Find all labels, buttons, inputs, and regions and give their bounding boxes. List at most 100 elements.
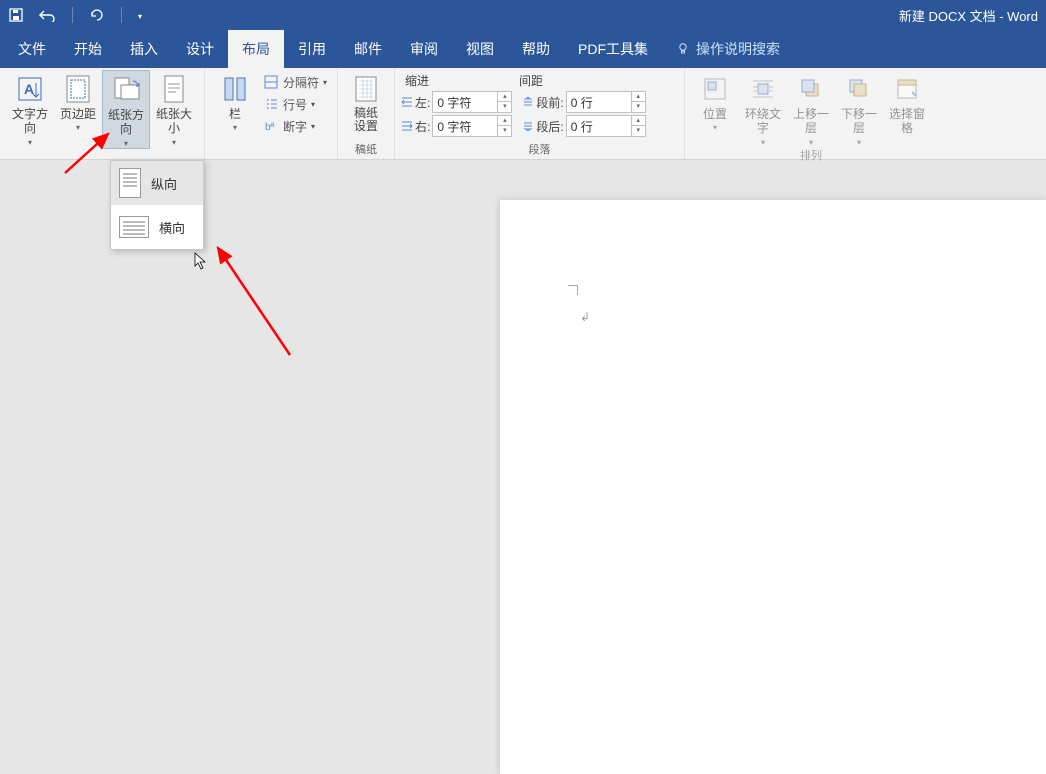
orientation-button[interactable]: 纸张方向 ▾ bbox=[102, 70, 150, 149]
ribbon: A 文字方向 ▾ 页边距 ▾ 纸张方向 ▾ bbox=[0, 68, 1046, 160]
line-numbers-button[interactable]: 行号▾ bbox=[263, 94, 327, 114]
spin-down-icon[interactable]: ▾ bbox=[632, 126, 645, 136]
wrap-icon bbox=[747, 73, 779, 105]
save-icon[interactable] bbox=[8, 7, 24, 23]
columns-label: 栏 bbox=[229, 107, 241, 121]
landscape-page-icon bbox=[119, 216, 149, 238]
space-after-input[interactable]: 0 行▴▾ bbox=[566, 115, 646, 137]
space-after-icon bbox=[522, 120, 534, 132]
tab-mail[interactable]: 邮件 bbox=[340, 30, 396, 68]
tab-help[interactable]: 帮助 bbox=[508, 30, 564, 68]
tab-pdf[interactable]: PDF工具集 bbox=[564, 30, 662, 68]
landscape-label: 横向 bbox=[159, 218, 185, 237]
position-button[interactable]: 位置 ▾ bbox=[691, 70, 739, 138]
selection-pane-icon bbox=[891, 73, 923, 105]
hyphenation-label: 断字 bbox=[283, 118, 307, 135]
text-direction-label: 文字方向 bbox=[8, 107, 52, 136]
group-arrange: 位置 ▾ 环绕文字 ▾ 上移一层 ▾ 下移一层 ▾ 选择窗格 bbox=[685, 68, 937, 159]
spacing-header: 间距 bbox=[519, 72, 543, 89]
breaks-label: 分隔符 bbox=[283, 74, 319, 91]
orientation-portrait-item[interactable]: 纵向 bbox=[111, 161, 203, 205]
hyphenation-icon: bª bbox=[263, 118, 279, 134]
indent-left-icon bbox=[401, 96, 413, 108]
paragraph-mark-icon: ↲ bbox=[580, 310, 590, 324]
tab-view[interactable]: 视图 bbox=[452, 30, 508, 68]
selection-pane-button[interactable]: 选择窗格 bbox=[883, 70, 931, 138]
space-before-input[interactable]: 0 行▴▾ bbox=[566, 91, 646, 113]
cursor-icon bbox=[194, 252, 208, 270]
redo-icon[interactable] bbox=[89, 7, 105, 23]
indent-left-value: 0 字符 bbox=[433, 94, 497, 111]
indent-header: 缩进 bbox=[405, 72, 429, 89]
tab-design[interactable]: 设计 bbox=[172, 30, 228, 68]
position-label: 位置 bbox=[703, 107, 727, 121]
breaks-button[interactable]: 分隔符▾ bbox=[263, 72, 327, 92]
size-button[interactable]: 纸张大小 ▾ bbox=[150, 70, 198, 147]
portrait-page-icon bbox=[119, 168, 141, 198]
tab-references[interactable]: 引用 bbox=[284, 30, 340, 68]
bring-forward-button[interactable]: 上移一层 ▾ bbox=[787, 70, 835, 147]
margins-button[interactable]: 页边距 ▾ bbox=[54, 70, 102, 138]
space-before-value: 0 行 bbox=[567, 94, 631, 111]
document-page[interactable]: ↲ bbox=[500, 200, 1046, 774]
manuscript-group-label: 稿纸 bbox=[355, 141, 377, 159]
indent-right-icon bbox=[401, 120, 413, 132]
chevron-down-icon: ▾ bbox=[809, 138, 813, 148]
line-numbers-label: 行号 bbox=[283, 96, 307, 113]
indent-right-label: 右: bbox=[415, 118, 430, 135]
spin-down-icon[interactable]: ▾ bbox=[632, 102, 645, 112]
lightbulb-icon bbox=[676, 42, 690, 56]
group-columns: 栏 ▾ 分隔符▾ 行号▾ bª 断字▾ bbox=[205, 68, 338, 159]
annotation-arrow-2 bbox=[210, 240, 300, 360]
indent-left-input[interactable]: 0 字符▴▾ bbox=[432, 91, 512, 113]
tellme-label: 操作说明搜索 bbox=[696, 39, 780, 59]
selection-pane-label: 选择窗格 bbox=[885, 107, 929, 136]
title-bar: ▾ 新建 DOCX 文档 - Word bbox=[0, 0, 1046, 30]
qat-customize-icon[interactable]: ▾ bbox=[138, 12, 142, 21]
tab-review[interactable]: 审阅 bbox=[396, 30, 452, 68]
spin-down-icon[interactable]: ▾ bbox=[498, 102, 511, 112]
chevron-down-icon: ▾ bbox=[857, 138, 861, 148]
qat-separator-2 bbox=[121, 7, 122, 23]
spin-up-icon[interactable]: ▴ bbox=[498, 92, 511, 102]
orientation-landscape-item[interactable]: 横向 bbox=[111, 205, 203, 249]
manuscript-button[interactable]: 稿纸设置 bbox=[344, 70, 388, 138]
svg-text:bª: bª bbox=[265, 122, 275, 133]
send-backward-button[interactable]: 下移一层 ▾ bbox=[835, 70, 883, 147]
indent-right-input[interactable]: 0 字符▴▾ bbox=[432, 115, 512, 137]
spin-down-icon[interactable]: ▾ bbox=[498, 126, 511, 136]
chevron-down-icon: ▾ bbox=[713, 123, 717, 133]
spin-up-icon[interactable]: ▴ bbox=[632, 116, 645, 126]
tab-file[interactable]: 文件 bbox=[4, 30, 60, 68]
portrait-label: 纵向 bbox=[151, 174, 177, 193]
indent-right-value: 0 字符 bbox=[433, 118, 497, 135]
chevron-down-icon: ▾ bbox=[172, 138, 176, 148]
orientation-dropdown: 纵向 横向 bbox=[110, 160, 204, 250]
spin-up-icon[interactable]: ▴ bbox=[498, 116, 511, 126]
send-backward-icon bbox=[843, 73, 875, 105]
tab-home[interactable]: 开始 bbox=[60, 30, 116, 68]
tab-insert[interactable]: 插入 bbox=[116, 30, 172, 68]
group-page-setup: A 文字方向 ▾ 页边距 ▾ 纸张方向 ▾ bbox=[0, 68, 205, 159]
orientation-label: 纸张方向 bbox=[105, 108, 147, 137]
chevron-down-icon: ▾ bbox=[28, 138, 32, 148]
manuscript-icon bbox=[350, 73, 382, 105]
arrange-group-label: 排列 bbox=[800, 147, 822, 165]
chevron-down-icon: ▾ bbox=[76, 123, 80, 133]
chevron-down-icon: ▾ bbox=[124, 139, 128, 149]
wrap-button[interactable]: 环绕文字 ▾ bbox=[739, 70, 787, 147]
columns-button[interactable]: 栏 ▾ bbox=[211, 70, 259, 138]
paragraph-group-label: 段落 bbox=[529, 141, 551, 159]
qat-separator bbox=[72, 7, 73, 23]
text-direction-button[interactable]: A 文字方向 ▾ bbox=[6, 70, 54, 147]
space-after-value: 0 行 bbox=[567, 118, 631, 135]
tab-tellme[interactable]: 操作说明搜索 bbox=[662, 30, 794, 68]
quick-access-toolbar: ▾ bbox=[8, 7, 142, 23]
group-manuscript: 稿纸设置 稿纸 bbox=[338, 68, 395, 159]
margins-icon bbox=[62, 73, 94, 105]
tab-layout[interactable]: 布局 bbox=[228, 30, 284, 68]
hyphenation-button[interactable]: bª 断字▾ bbox=[263, 116, 327, 136]
group-paragraph: 缩进 间距 左: 0 字符▴▾ 段前: 0 行▴▾ 右: 0 字符▴▾ bbox=[395, 68, 685, 159]
undo-icon[interactable] bbox=[38, 8, 56, 22]
spin-up-icon[interactable]: ▴ bbox=[632, 92, 645, 102]
